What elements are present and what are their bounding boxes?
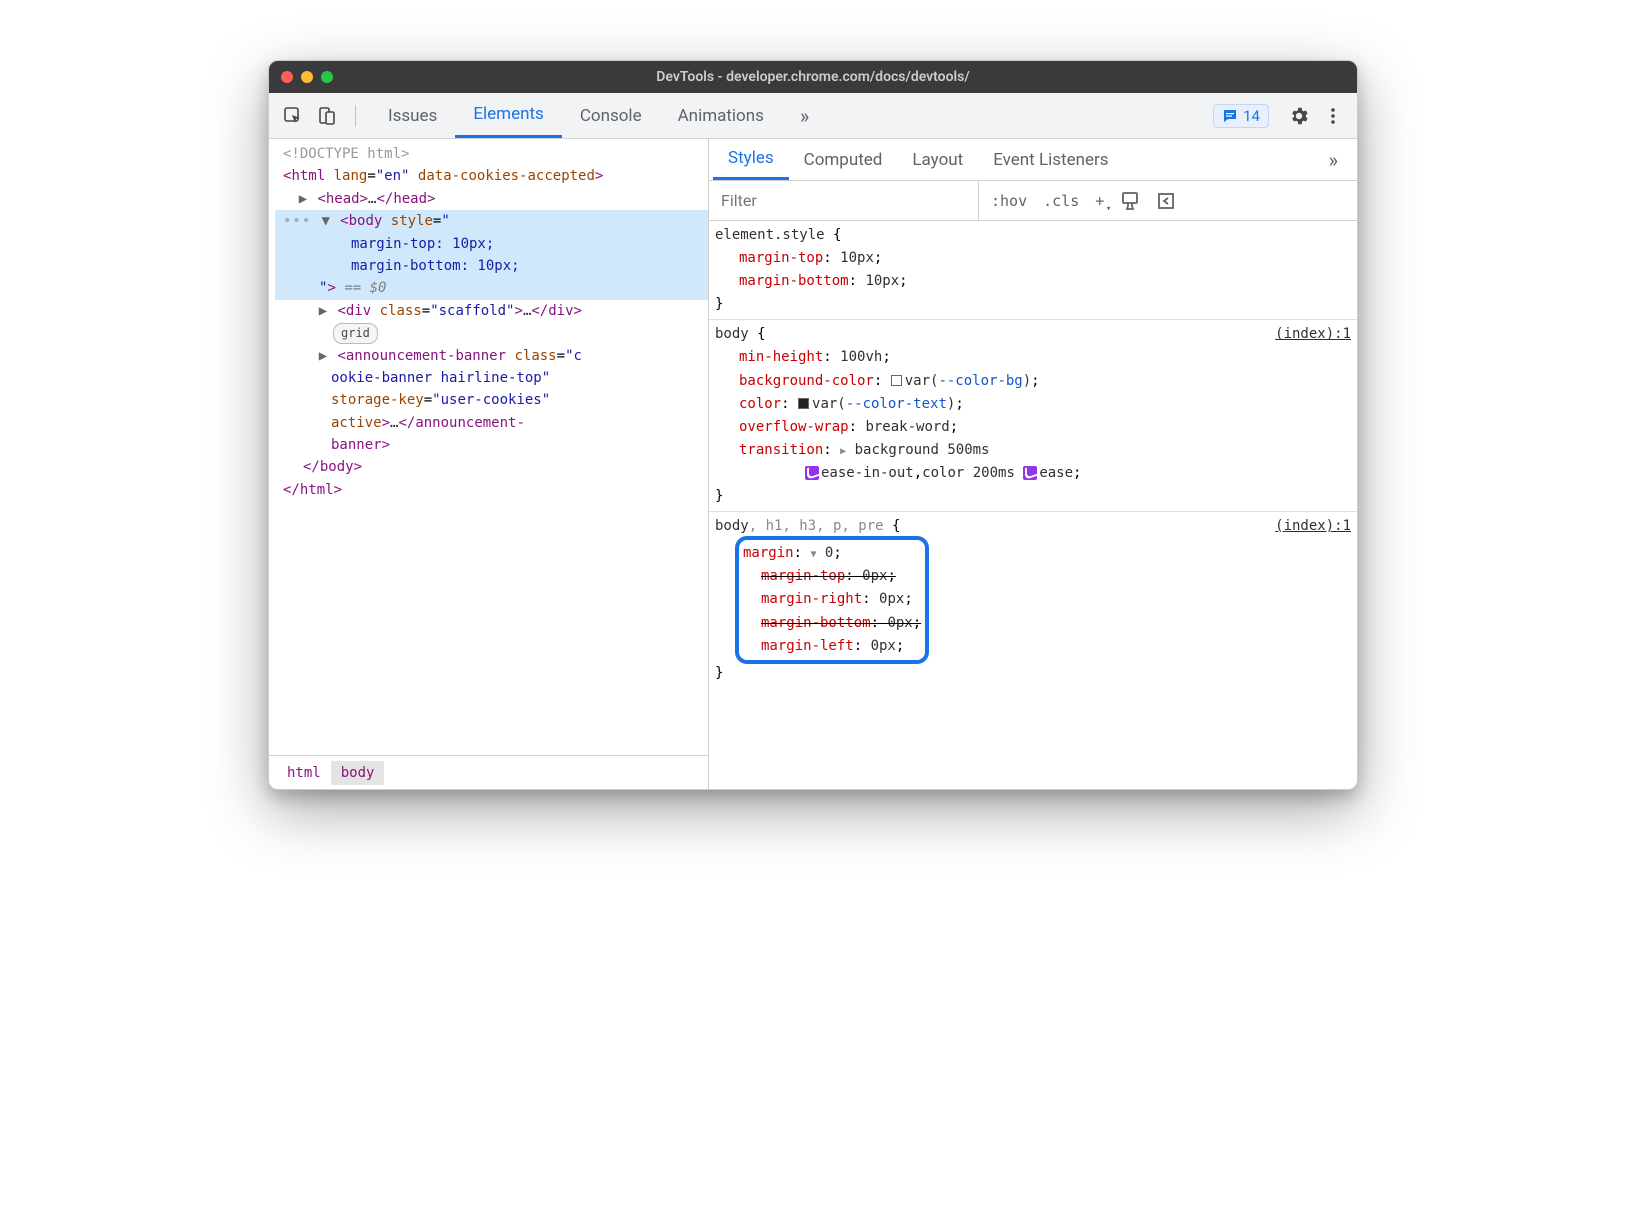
highlighted-margin-box: margin: ▼ 0; margin-top: 0px; margin-rig… bbox=[735, 536, 929, 663]
more-sidebar-tabs[interactable]: » bbox=[1314, 139, 1353, 180]
color-swatch-white[interactable] bbox=[891, 375, 902, 386]
content-area: <!DOCTYPE html> <html lang="en" data-coo… bbox=[269, 139, 1357, 789]
close-button[interactable] bbox=[281, 71, 293, 83]
elements-panel: <!DOCTYPE html> <html lang="en" data-coo… bbox=[269, 139, 709, 789]
tab-elements[interactable]: Elements bbox=[455, 93, 561, 138]
breadcrumb-body[interactable]: body bbox=[331, 761, 385, 785]
hov-toggle[interactable]: :hov bbox=[985, 189, 1033, 213]
announcement-banner-node[interactable]: ▶ <announcement-banner class="c ookie-ba… bbox=[275, 345, 708, 457]
devtools-window: DevTools - developer.chrome.com/docs/dev… bbox=[268, 60, 1358, 790]
maximize-button[interactable] bbox=[321, 71, 333, 83]
new-rule-button[interactable]: +▾ bbox=[1089, 189, 1110, 213]
tab-computed[interactable]: Computed bbox=[789, 139, 898, 180]
doctype: <!DOCTYPE html> bbox=[283, 146, 409, 162]
grid-badge[interactable]: grid bbox=[333, 323, 378, 344]
html-open-tag[interactable]: <html lang="en" data-cookies-accepted> bbox=[275, 165, 708, 187]
styles-rules: element.style { margin-top: 10px; margin… bbox=[709, 221, 1357, 789]
ellipsis-icon: ••• bbox=[283, 213, 311, 229]
collapse-icon[interactable]: ▼ bbox=[320, 210, 332, 232]
html-close-tag: </html> bbox=[275, 479, 708, 501]
minimize-button[interactable] bbox=[301, 71, 313, 83]
easing-icon[interactable] bbox=[805, 466, 819, 480]
body-close-tag: </body> bbox=[275, 456, 708, 478]
tab-issues[interactable]: Issues bbox=[370, 93, 455, 138]
easing-icon[interactable] bbox=[1023, 466, 1037, 480]
head-node[interactable]: ▶ <head>…</head> bbox=[275, 188, 708, 210]
expand-icon[interactable]: ▶ bbox=[317, 300, 329, 322]
message-icon bbox=[1222, 108, 1238, 124]
expand-shorthand-icon[interactable]: ▶ bbox=[840, 446, 846, 457]
collapse-shorthand-icon[interactable]: ▼ bbox=[810, 549, 816, 560]
div-scaffold-node[interactable]: ▶ <div class="scaffold">…</div> bbox=[275, 300, 708, 322]
kebab-menu-button[interactable] bbox=[1319, 102, 1347, 130]
dollar-zero: == $0 bbox=[344, 280, 386, 296]
tab-animations[interactable]: Animations bbox=[660, 93, 782, 138]
breadcrumb: html body bbox=[269, 755, 708, 789]
styles-filter-bar: :hov .cls +▾ bbox=[709, 181, 1357, 221]
styles-panel: Styles Computed Layout Event Listeners »… bbox=[709, 139, 1357, 789]
toolbar-divider bbox=[355, 105, 356, 127]
messages-count: 14 bbox=[1243, 107, 1260, 125]
cls-toggle[interactable]: .cls bbox=[1037, 189, 1085, 213]
kebab-icon bbox=[1323, 106, 1343, 126]
rule-element-style[interactable]: element.style { margin-top: 10px; margin… bbox=[709, 221, 1357, 320]
inspect-icon[interactable] bbox=[279, 102, 307, 130]
titlebar: DevTools - developer.chrome.com/docs/dev… bbox=[269, 61, 1357, 93]
messages-badge[interactable]: 14 bbox=[1213, 104, 1269, 128]
main-tabs: Issues Elements Console Animations » bbox=[370, 93, 1207, 138]
settings-button[interactable] bbox=[1285, 102, 1313, 130]
rule-margin-reset[interactable]: body, h1, h3, p, pre {(index):1 margin: … bbox=[709, 512, 1357, 688]
tab-styles[interactable]: Styles bbox=[713, 139, 789, 180]
dom-tree[interactable]: <!DOCTYPE html> <html lang="en" data-coo… bbox=[269, 139, 708, 755]
paintbrush-icon[interactable] bbox=[1114, 188, 1146, 214]
main-toolbar: Issues Elements Console Animations » 14 bbox=[269, 93, 1357, 139]
traffic-lights bbox=[281, 71, 333, 83]
tab-console[interactable]: Console bbox=[562, 93, 660, 138]
expand-icon[interactable]: ▶ bbox=[317, 345, 329, 367]
tab-event-listeners[interactable]: Event Listeners bbox=[978, 139, 1123, 180]
expand-icon[interactable]: ▶ bbox=[297, 188, 309, 210]
breadcrumb-html[interactable]: html bbox=[277, 761, 331, 785]
color-swatch-black[interactable] bbox=[798, 398, 809, 409]
gear-icon bbox=[1288, 105, 1310, 127]
device-toggle-icon[interactable] bbox=[313, 102, 341, 130]
tab-layout[interactable]: Layout bbox=[897, 139, 978, 180]
source-link[interactable]: (index):1 bbox=[1275, 323, 1351, 346]
sidebar-tabs: Styles Computed Layout Event Listeners » bbox=[709, 139, 1357, 181]
more-tabs-button[interactable]: » bbox=[782, 93, 827, 138]
source-link[interactable]: (index):1 bbox=[1275, 515, 1351, 538]
computed-toggle-icon[interactable] bbox=[1150, 188, 1182, 214]
body-node-selected[interactable]: ••• ▼ <body style=" margin-top: 10px; ma… bbox=[275, 210, 708, 300]
window-title: DevTools - developer.chrome.com/docs/dev… bbox=[269, 69, 1357, 85]
rule-body[interactable]: body {(index):1 min-height: 100vh; backg… bbox=[709, 320, 1357, 512]
styles-filter-input[interactable] bbox=[709, 181, 979, 220]
